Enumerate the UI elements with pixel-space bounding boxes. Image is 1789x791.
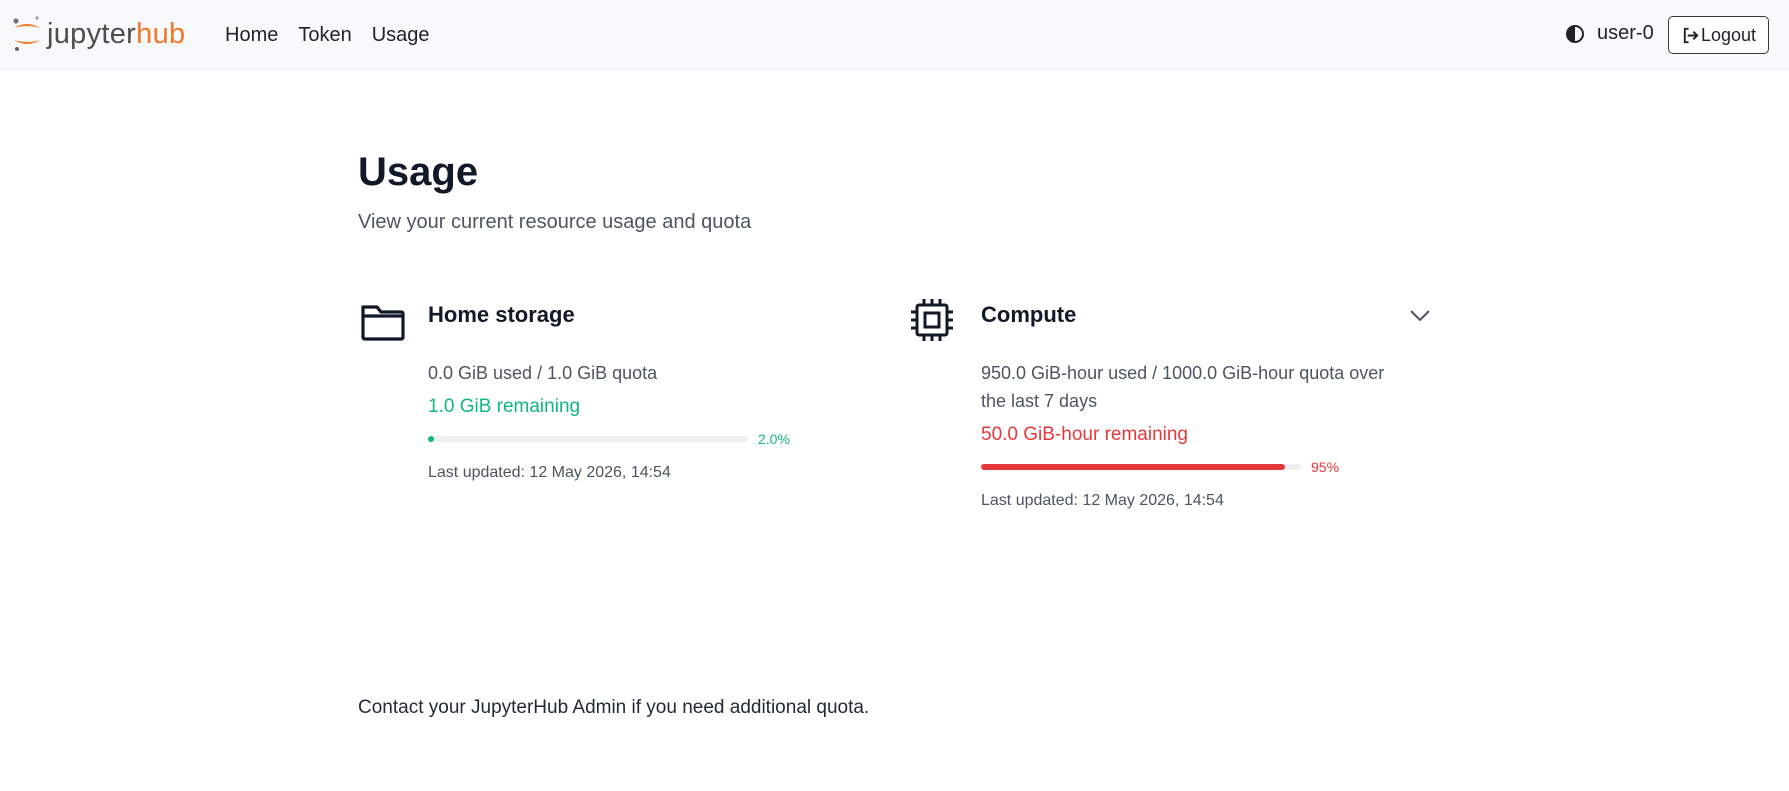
- brand-wordmark: jupyterhub: [47, 17, 186, 50]
- nav-link-home[interactable]: Home: [225, 24, 278, 47]
- logout-icon: [1683, 27, 1699, 43]
- navbar: jupyterhub Home Token Usage user-0 Logou…: [0, 0, 1789, 70]
- chevron-down-icon[interactable]: [1409, 304, 1431, 326]
- compute-usage-line1: 950.0 GiB-hour used / 1000.0 GiB-hour qu…: [981, 363, 1385, 383]
- home-storage-usage: 0.0 GiB used / 1.0 GiB quota: [428, 363, 658, 383]
- contrast-icon[interactable]: [1565, 24, 1585, 44]
- jupyter-logo-icon: [13, 16, 40, 51]
- jupyterhub-logo[interactable]: jupyterhub: [11, 14, 185, 54]
- compute-remaining: 50.0 GiB-hour remaining: [981, 424, 1188, 445]
- compute-last-updated: Last updated: 12 May 2026, 14:54: [981, 492, 1224, 509]
- main-nav: Home Token Usage: [225, 0, 450, 70]
- home-storage-title: Home storage: [428, 302, 575, 327]
- logout-label: Logout: [1700, 24, 1757, 45]
- username: user-0: [1597, 22, 1654, 44]
- home-storage-percent: 2.0%: [758, 431, 790, 447]
- cpu-icon: [911, 299, 953, 341]
- compute-progress-bar: [981, 464, 1301, 470]
- home-storage-last-updated: Last updated: 12 May 2026, 14:54: [428, 464, 671, 481]
- nav-link-usage[interactable]: Usage: [372, 24, 430, 47]
- compute-title: Compute: [981, 302, 1077, 327]
- page-title: Usage: [358, 150, 479, 194]
- folder-icon: [361, 305, 405, 341]
- compute-usage-line2: the last 7 days: [981, 391, 1098, 411]
- quota-contact-note: Contact your JupyterHub Admin if you nee…: [358, 697, 870, 718]
- page-subtitle: View your current resource usage and quo…: [358, 211, 752, 233]
- nav-link-token[interactable]: Token: [298, 24, 351, 47]
- compute-progress-fill: [981, 464, 1285, 470]
- home-storage-progress-bar: [428, 436, 748, 442]
- home-storage-progress-fill: [428, 436, 435, 442]
- compute-percent: 95%: [1311, 459, 1340, 475]
- logout-button[interactable]: Logout: [1668, 16, 1769, 54]
- home-storage-remaining: 1.0 GiB remaining: [428, 396, 581, 417]
